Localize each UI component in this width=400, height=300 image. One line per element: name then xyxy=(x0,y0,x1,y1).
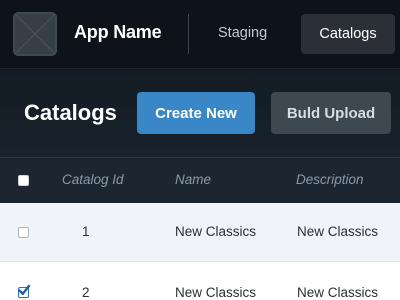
cell-name: New Classics xyxy=(175,285,257,300)
nav-item-staging[interactable]: Staging xyxy=(218,25,267,41)
bulk-upload-button[interactable]: Buld Upload xyxy=(271,92,391,134)
app-name[interactable]: App Name xyxy=(74,22,162,43)
column-header-name[interactable]: Name xyxy=(175,172,211,187)
cell-catalog-id: 2 xyxy=(82,285,90,300)
column-header-catalog-id[interactable]: Catalog Id xyxy=(62,172,124,187)
checkmark-icon xyxy=(18,284,31,295)
nav-divider xyxy=(188,14,189,54)
nav-item-catalogs[interactable]: Catalogs xyxy=(301,14,395,54)
cell-description: New Classics xyxy=(297,285,379,300)
page-title: Catalogs xyxy=(24,100,117,125)
cell-name: New Classics xyxy=(175,224,257,239)
create-new-button[interactable]: Create New xyxy=(137,92,255,134)
cell-catalog-id: 1 xyxy=(82,224,90,239)
row-checkbox[interactable] xyxy=(18,227,29,238)
select-all-checkbox[interactable] xyxy=(18,175,29,186)
cell-description: New Classics xyxy=(297,224,379,239)
app-logo-placeholder-icon[interactable] xyxy=(13,12,57,56)
column-header-description[interactable]: Description xyxy=(296,172,364,187)
